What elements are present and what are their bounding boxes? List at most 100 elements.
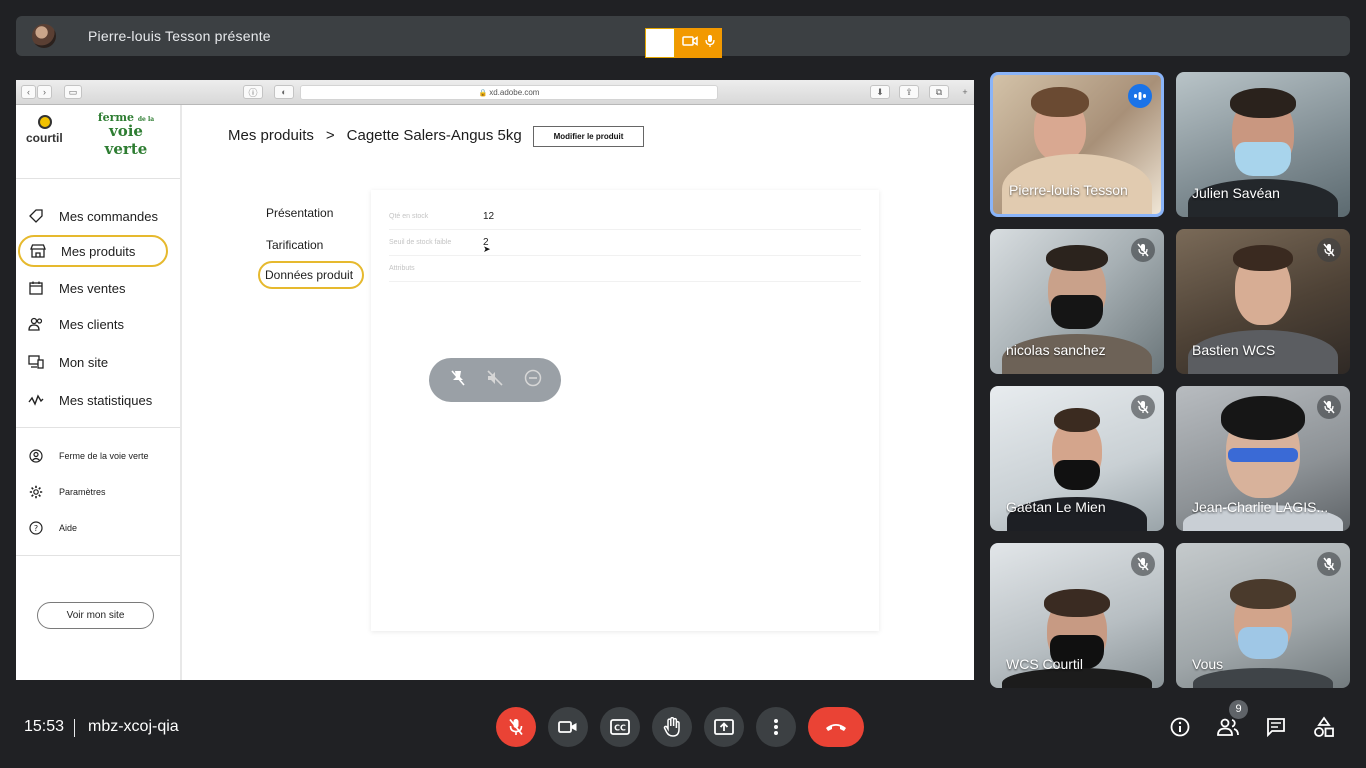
tab-presentation[interactable]: Présentation (258, 199, 333, 227)
breadcrumb-current: Cagette Salers-Angus 5kg (346, 127, 522, 144)
field-value[interactable]: 12 (483, 211, 494, 222)
presenter-label: Pierre-louis Tesson présente (88, 28, 271, 44)
tab-tarification[interactable]: Tarification (258, 231, 323, 259)
forward-icon[interactable]: › (37, 85, 52, 99)
presenter-audio-controls (429, 358, 561, 402)
nav-mes-ventes[interactable]: Mes ventes (18, 272, 168, 304)
participant-tile[interactable]: Bastien WCS (1176, 229, 1350, 374)
mute-speaker-icon[interactable] (486, 369, 504, 392)
meeting-info-icon[interactable] (1168, 715, 1192, 739)
participant-tile[interactable]: WCS Courtil (990, 543, 1164, 688)
mic-off-icon (1131, 238, 1155, 262)
tab-donnees-produit[interactable]: Données produit (258, 261, 364, 289)
farm-logo: ferme de la voie verte (92, 111, 160, 158)
self-control-strip[interactable] (675, 28, 722, 58)
breadcrumb-root[interactable]: Mes produits (228, 127, 314, 144)
more-options-button[interactable] (756, 707, 796, 747)
raise-hand-button[interactable] (652, 707, 692, 747)
courtil-logo: courtil (26, 131, 63, 145)
chat-icon[interactable] (1264, 715, 1288, 739)
mouse-cursor-icon: ➤ (483, 244, 491, 254)
participant-hair (1046, 245, 1108, 271)
participant-name: nicolas sanchez (1006, 342, 1106, 358)
field-row: Attributs (389, 256, 861, 282)
nav-label: Ferme de la voie verte (59, 451, 149, 461)
divider (74, 719, 75, 737)
camera-icon[interactable] (682, 34, 698, 52)
microphone-icon[interactable] (705, 34, 715, 53)
share-icon[interactable]: ⇪ (899, 85, 919, 99)
nav-ferme[interactable]: Ferme de la voie verte (18, 440, 168, 472)
mic-off-icon (1131, 395, 1155, 419)
minus-circle-icon[interactable] (524, 369, 542, 392)
view-site-button[interactable]: Voir mon site (37, 602, 154, 629)
tabs-icon[interactable]: ⧉ (929, 85, 949, 99)
courtil-logo-mark (38, 115, 52, 129)
download-icon[interactable]: ⬇ (870, 85, 890, 99)
camera-button[interactable] (548, 707, 588, 747)
participant-tile[interactable]: Vous (1176, 543, 1350, 688)
participant-tile[interactable]: Pierre-louis Tesson (990, 72, 1164, 217)
chart-line-icon (28, 392, 44, 408)
nav-mes-produits[interactable]: Mes produits (18, 235, 168, 267)
leave-call-button[interactable] (808, 707, 864, 747)
field-label: Qté en stock (389, 213, 429, 220)
modify-product-button[interactable]: Modifier le produit (533, 126, 644, 147)
present-screen-button[interactable] (704, 707, 744, 747)
meet-control-bar: 15:53 mbz-xcoj-qia CC 9 (0, 690, 1366, 768)
participant-mask (1051, 295, 1103, 329)
participant-tile[interactable]: Julien Savéan (1176, 72, 1350, 217)
shield-icon[interactable]: ◐ (274, 85, 294, 99)
field-row: Seuil de stock faible 2 (389, 230, 861, 256)
url-text: xd.adobe.com (489, 88, 540, 97)
activities-icon[interactable] (1312, 715, 1336, 739)
divider (16, 178, 180, 179)
app-sidebar: courtil ferme de la voie verte Mes comma… (16, 105, 182, 680)
unpin-icon[interactable] (449, 369, 467, 392)
new-tab-icon[interactable]: + (958, 85, 972, 99)
users-icon (28, 316, 44, 332)
participant-tile[interactable]: Jean-Charlie LAGIS... (1176, 386, 1350, 531)
breadcrumb: Mes produits > Cagette Salers-Angus 5kg (228, 127, 522, 144)
nav-aide[interactable]: ? Aide (18, 512, 168, 544)
devices-icon (28, 354, 44, 370)
participant-hair (1044, 589, 1110, 617)
participant-hair (1233, 245, 1293, 271)
meeting-clock: 15:53 (24, 718, 65, 735)
privacy-icon[interactable]: ⓘ (243, 85, 263, 99)
nav-mes-clients[interactable]: Mes clients (18, 308, 168, 340)
participant-mask (1238, 627, 1288, 659)
address-bar[interactable]: 🔒 xd.adobe.com (300, 85, 718, 100)
participant-glasses (1228, 448, 1298, 462)
nav-label: Mes commandes (59, 208, 158, 224)
participant-tile[interactable]: nicolas sanchez (990, 229, 1164, 374)
participant-name: Jean-Charlie LAGIS... (1192, 499, 1329, 515)
nav-mon-site[interactable]: Mon site (18, 346, 168, 378)
participant-hair (1031, 87, 1090, 117)
participant-tile[interactable]: Gaëtan Le Mien (990, 386, 1164, 531)
nav-mes-statistiques[interactable]: Mes statistiques (18, 384, 168, 416)
svg-text:CC: CC (614, 724, 626, 733)
nav-parametres[interactable]: Paramètres (18, 476, 168, 508)
nav-label: Paramètres (59, 487, 106, 497)
tag-icon (28, 208, 44, 224)
account-circle-icon (28, 448, 44, 464)
breadcrumb-separator: > (325, 127, 335, 144)
microphone-off-button[interactable] (496, 707, 536, 747)
participant-mask (1235, 142, 1291, 176)
divider (16, 555, 180, 556)
svg-text:?: ? (34, 524, 38, 533)
participant-hair (1221, 396, 1305, 440)
captions-button[interactable]: CC (600, 707, 640, 747)
gear-icon (28, 484, 44, 500)
back-icon[interactable]: ‹ (21, 85, 36, 99)
floating-self-controls[interactable] (645, 28, 722, 58)
mic-off-icon (1317, 552, 1341, 576)
nav-label: Mes ventes (59, 280, 126, 296)
sidebar-toggle-icon[interactable]: ▭ (64, 85, 82, 99)
participant-name: WCS Courtil (1006, 656, 1084, 672)
nav-mes-commandes[interactable]: Mes commandes (18, 200, 168, 232)
store-icon (30, 243, 46, 259)
participant-hair (1054, 408, 1100, 432)
courtil-app: courtil ferme de la voie verte Mes comma… (16, 105, 974, 680)
